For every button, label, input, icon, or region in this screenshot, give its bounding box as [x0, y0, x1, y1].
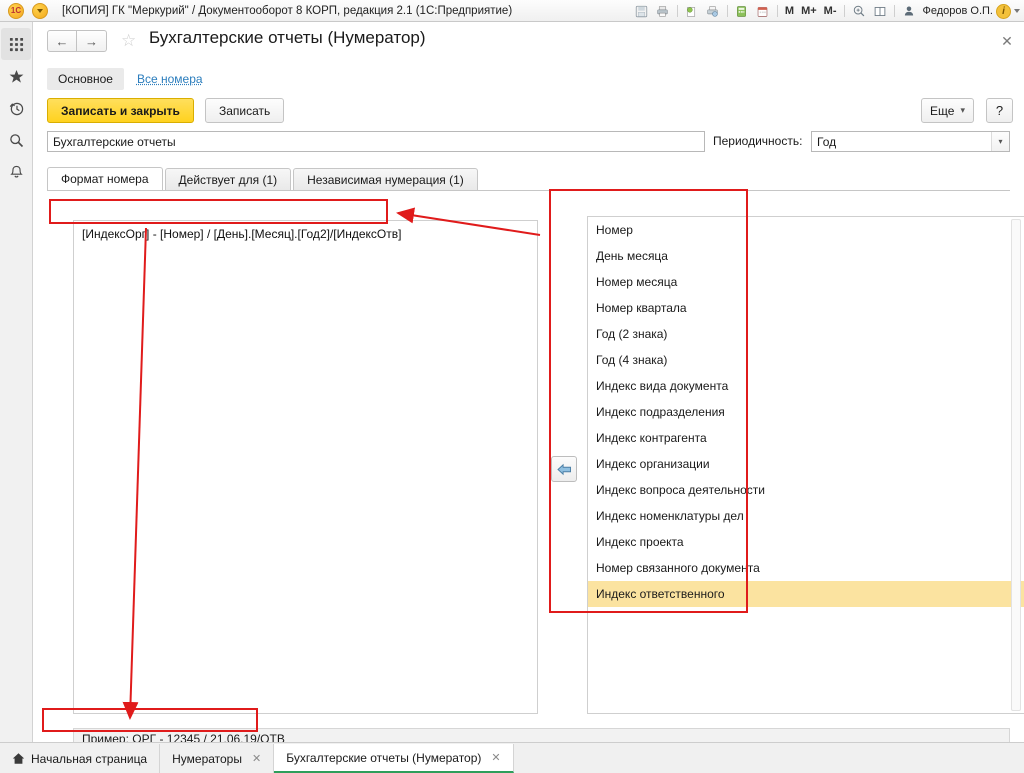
periodicity-label: Периодичность:	[713, 134, 802, 148]
move-left-button[interactable]	[551, 456, 577, 482]
tab-strip: Формат номера Действует для (1) Независи…	[47, 167, 480, 191]
home-icon	[12, 752, 25, 765]
bottom-taskbar: Начальная страница Нумераторы ✕ Бухгалте…	[0, 742, 1024, 773]
help-button[interactable]: ?	[986, 98, 1013, 123]
vertical-scrollbar[interactable]	[1011, 219, 1021, 711]
taskbar-item-home[interactable]: Начальная страница	[0, 744, 160, 773]
divider	[844, 5, 845, 17]
divider	[677, 5, 678, 17]
more-menu-label: Еще	[930, 104, 954, 118]
user-icon	[900, 2, 918, 20]
periodicity-select[interactable]: Год ▾	[811, 131, 1010, 152]
list-item[interactable]: Номер связанного документа	[588, 555, 1024, 581]
list-item[interactable]: Год (2 знака)	[588, 321, 1024, 347]
page-title: Бухгалтерские отчеты (Нумератор)	[149, 28, 426, 48]
list-item[interactable]: Номер квартала	[588, 295, 1024, 321]
print-setup-icon[interactable]	[704, 2, 722, 20]
form-navigation-panel: Основное Все номера	[47, 68, 214, 90]
taskbar-item-label: Бухгалтерские отчеты (Нумератор)	[286, 751, 481, 765]
number-format-editor[interactable]: [ИндексОрг] - [Номер] / [День].[Месяц].[…	[73, 220, 538, 714]
star-icon	[9, 69, 24, 84]
taskbar-item-numerators[interactable]: Нумераторы ✕	[160, 744, 274, 773]
divider	[894, 5, 895, 17]
print-icon[interactable]	[654, 2, 672, 20]
search-icon	[9, 133, 24, 148]
divider	[727, 5, 728, 17]
form-window: ← → ☆ Бухгалтерские отчеты (Нумератор) ✕…	[33, 22, 1024, 742]
tab-underline	[47, 190, 1010, 191]
list-item[interactable]: Индекс вида документа	[588, 373, 1024, 399]
tab-applies-to[interactable]: Действует для (1)	[165, 168, 292, 191]
available-tokens-list[interactable]: Номер День месяца Номер месяца Номер ква…	[587, 216, 1024, 714]
close-icon[interactable]: ✕	[252, 752, 261, 765]
memory-add-button[interactable]: M+	[799, 5, 819, 17]
tab-independent-numbering[interactable]: Независимая нумерация (1)	[293, 168, 478, 191]
title-bar-toolbar: M M+ M- Федоров О.П. i	[633, 0, 1020, 22]
list-item[interactable]: Год (4 знака)	[588, 347, 1024, 373]
search-plus-icon[interactable]	[850, 2, 868, 20]
navlink-all-numbers[interactable]: Все номера	[126, 68, 214, 90]
sidebar-item-search[interactable]	[1, 124, 31, 156]
back-button[interactable]: ←	[47, 30, 77, 52]
navigation-buttons: ← →	[47, 30, 107, 52]
apps-grid-icon	[9, 37, 24, 52]
list-item[interactable]: Индекс подразделения	[588, 399, 1024, 425]
info-icon[interactable]: i	[996, 4, 1011, 19]
memory-button[interactable]: M	[783, 5, 796, 17]
memory-subtract-button[interactable]: M-	[822, 5, 839, 17]
list-item[interactable]: Индекс организации	[588, 451, 1024, 477]
save-button[interactable]: Записать	[205, 98, 284, 123]
calendar-icon[interactable]	[754, 2, 772, 20]
chevron-down-icon: ▾	[960, 105, 965, 116]
chevron-down-icon[interactable]	[1014, 9, 1020, 13]
print-preview-icon[interactable]	[683, 2, 701, 20]
sidebar-item-notifications[interactable]	[1, 156, 31, 188]
close-icon[interactable]: ✕	[998, 32, 1016, 50]
save-and-close-button[interactable]: Записать и закрыть	[47, 98, 194, 123]
calculator-icon[interactable]	[733, 2, 751, 20]
current-user-label[interactable]: Федоров О.П.	[921, 5, 994, 17]
chevron-down-icon[interactable]: ▾	[991, 132, 1009, 151]
periodicity-value: Год	[812, 135, 991, 149]
bell-icon	[9, 165, 24, 180]
app-logo-icon: 1C	[8, 3, 24, 19]
arrow-left-icon	[557, 463, 572, 476]
navlink-main[interactable]: Основное	[47, 68, 124, 90]
number-format-template: [ИндексОрг] - [Номер] / [День].[Месяц].[…	[82, 227, 401, 241]
application-title-bar: 1C [КОПИЯ] ГК "Меркурий" / Документообор…	[0, 0, 1024, 22]
left-sidebar	[0, 22, 33, 742]
application-title: [КОПИЯ] ГК "Меркурий" / Документооборот …	[62, 5, 512, 17]
sidebar-item-favorites[interactable]	[1, 60, 31, 92]
name-input[interactable]	[47, 131, 705, 152]
more-menu-button[interactable]: Еще ▾	[921, 98, 974, 123]
list-item[interactable]: Индекс проекта	[588, 529, 1024, 555]
split-panel-icon[interactable]	[871, 2, 889, 20]
taskbar-item-label: Начальная страница	[31, 752, 147, 766]
taskbar-item-current-document[interactable]: Бухгалтерские отчеты (Нумератор) ✕	[274, 744, 513, 773]
sidebar-item-history[interactable]	[1, 92, 31, 124]
divider	[777, 5, 778, 17]
sidebar-item-functions[interactable]	[1, 28, 31, 60]
list-item[interactable]: День месяца	[588, 243, 1024, 269]
add-to-favorites-icon[interactable]: ☆	[121, 30, 136, 52]
name-row: Периодичность: Год ▾	[33, 128, 1024, 156]
list-item[interactable]: Индекс контрагента	[588, 425, 1024, 451]
forward-button[interactable]: →	[77, 30, 107, 52]
list-item-selected[interactable]: Индекс ответственного	[588, 581, 1024, 607]
list-item[interactable]: Индекс вопроса деятельности	[588, 477, 1024, 503]
list-item[interactable]: Номер	[588, 217, 1024, 243]
tab-number-format[interactable]: Формат номера	[47, 167, 163, 191]
taskbar-item-label: Нумераторы	[172, 752, 242, 766]
list-item[interactable]: Индекс номенклатуры дел	[588, 503, 1024, 529]
main-menu-dropdown-button[interactable]	[32, 3, 48, 19]
save-icon[interactable]	[633, 2, 651, 20]
history-icon	[9, 101, 24, 116]
list-item[interactable]: Номер месяца	[588, 269, 1024, 295]
close-icon[interactable]: ✕	[491, 751, 500, 764]
form-header: ← → ☆ Бухгалтерские отчеты (Нумератор) ✕	[33, 22, 1024, 62]
command-bar: Записать и закрыть Записать Еще ▾ ?	[33, 94, 1024, 128]
